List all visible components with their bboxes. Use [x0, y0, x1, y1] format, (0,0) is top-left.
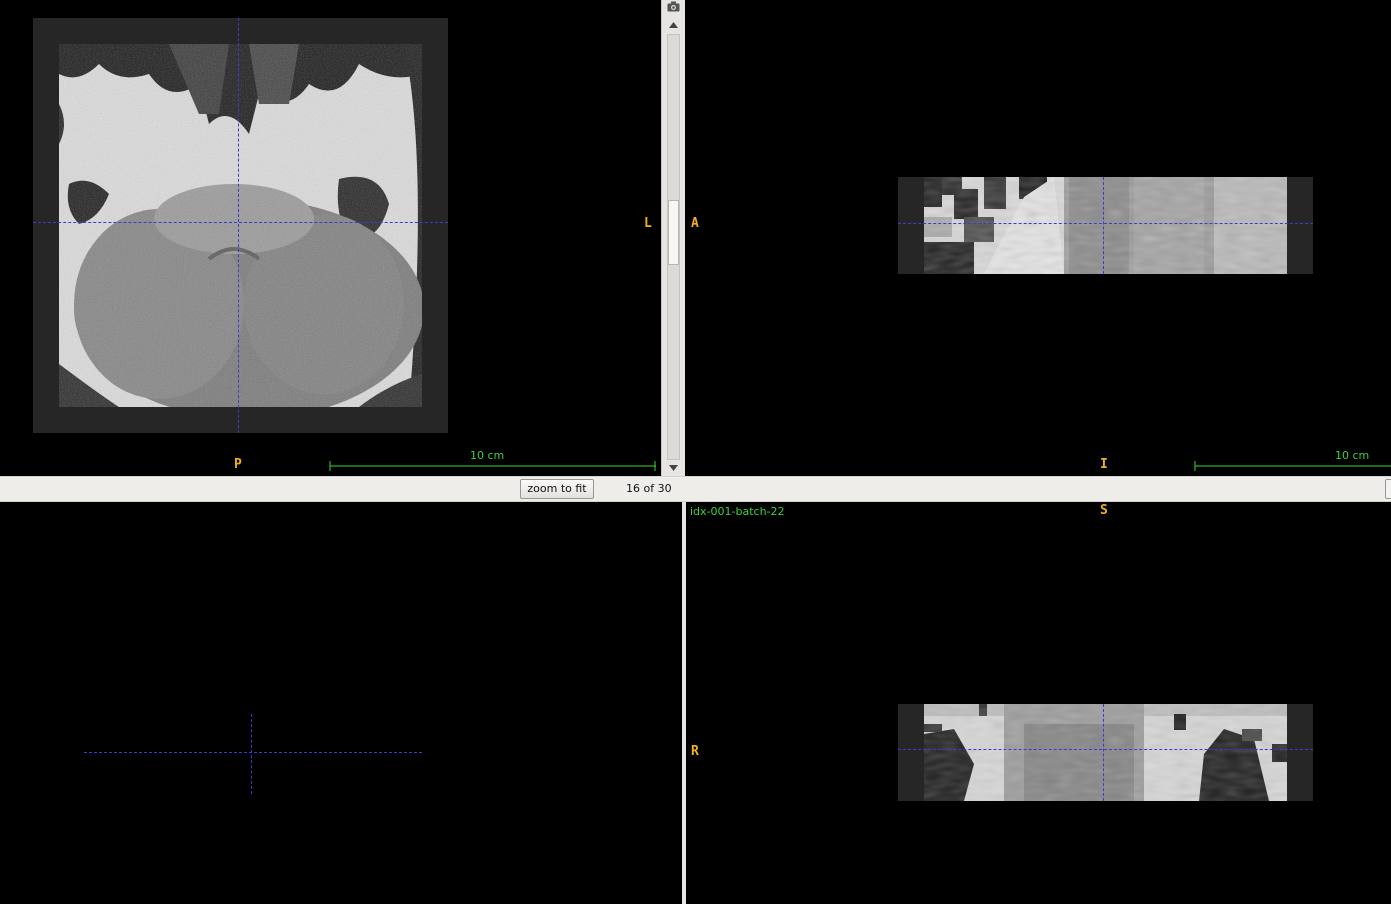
- coronal-brain-slice: [924, 704, 1287, 801]
- sagittal-scale-bar: [1194, 461, 1391, 471]
- slice-counter: 16 of 30: [626, 482, 672, 495]
- axial-orientation-bottom: P: [234, 457, 242, 472]
- camera-icon[interactable]: [667, 1, 680, 12]
- zoom-to-fit-button[interactable]: zoom to fit: [520, 479, 594, 499]
- sagittal-crosshair-vertical: [1103, 177, 1104, 274]
- scroll-down-button[interactable]: [662, 460, 685, 476]
- axial-orientation-right: L: [644, 216, 652, 231]
- coronal-orientation-top: S: [1100, 503, 1108, 518]
- coronal-crosshair-horizontal: [898, 749, 1313, 750]
- axial-crosshair-horizontal: [33, 222, 448, 223]
- sagittal-crosshair-horizontal: [898, 223, 1313, 224]
- viewer-toolbar: zoom to fit 16 of 30: [0, 476, 1391, 502]
- slice-scrollbar[interactable]: [661, 0, 685, 476]
- arrow-up-icon: [669, 22, 678, 28]
- bottom-left-viewport[interactable]: [0, 502, 682, 904]
- sagittal-viewport[interactable]: A I 10 cm: [686, 0, 1391, 476]
- sagittal-orientation-left: A: [691, 216, 699, 231]
- scroll-track[interactable]: [667, 34, 680, 460]
- arrow-down-icon: [669, 465, 678, 471]
- coronal-orientation-left: R: [691, 744, 699, 759]
- axial-viewport[interactable]: L P 10 cm: [0, 0, 661, 476]
- axial-brain-slice: [59, 44, 422, 407]
- bottom-left-crosshair-horizontal: [84, 752, 422, 753]
- sagittal-brain-slice: [924, 177, 1287, 274]
- sagittal-orientation-bottom: I: [1100, 457, 1108, 472]
- series-name-label: idx-001-batch-22: [690, 505, 785, 518]
- toolbar-edge-button[interactable]: [1385, 479, 1391, 499]
- axial-crosshair-vertical: [238, 18, 239, 433]
- coronal-crosshair-vertical: [1103, 704, 1104, 801]
- coronal-viewport[interactable]: idx-001-batch-22 S R: [686, 502, 1391, 904]
- axial-scale-bar: [329, 461, 656, 471]
- bottom-left-crosshair-vertical: [251, 714, 252, 794]
- scroll-up-button[interactable]: [662, 16, 685, 34]
- scroll-thumb[interactable]: [668, 200, 679, 265]
